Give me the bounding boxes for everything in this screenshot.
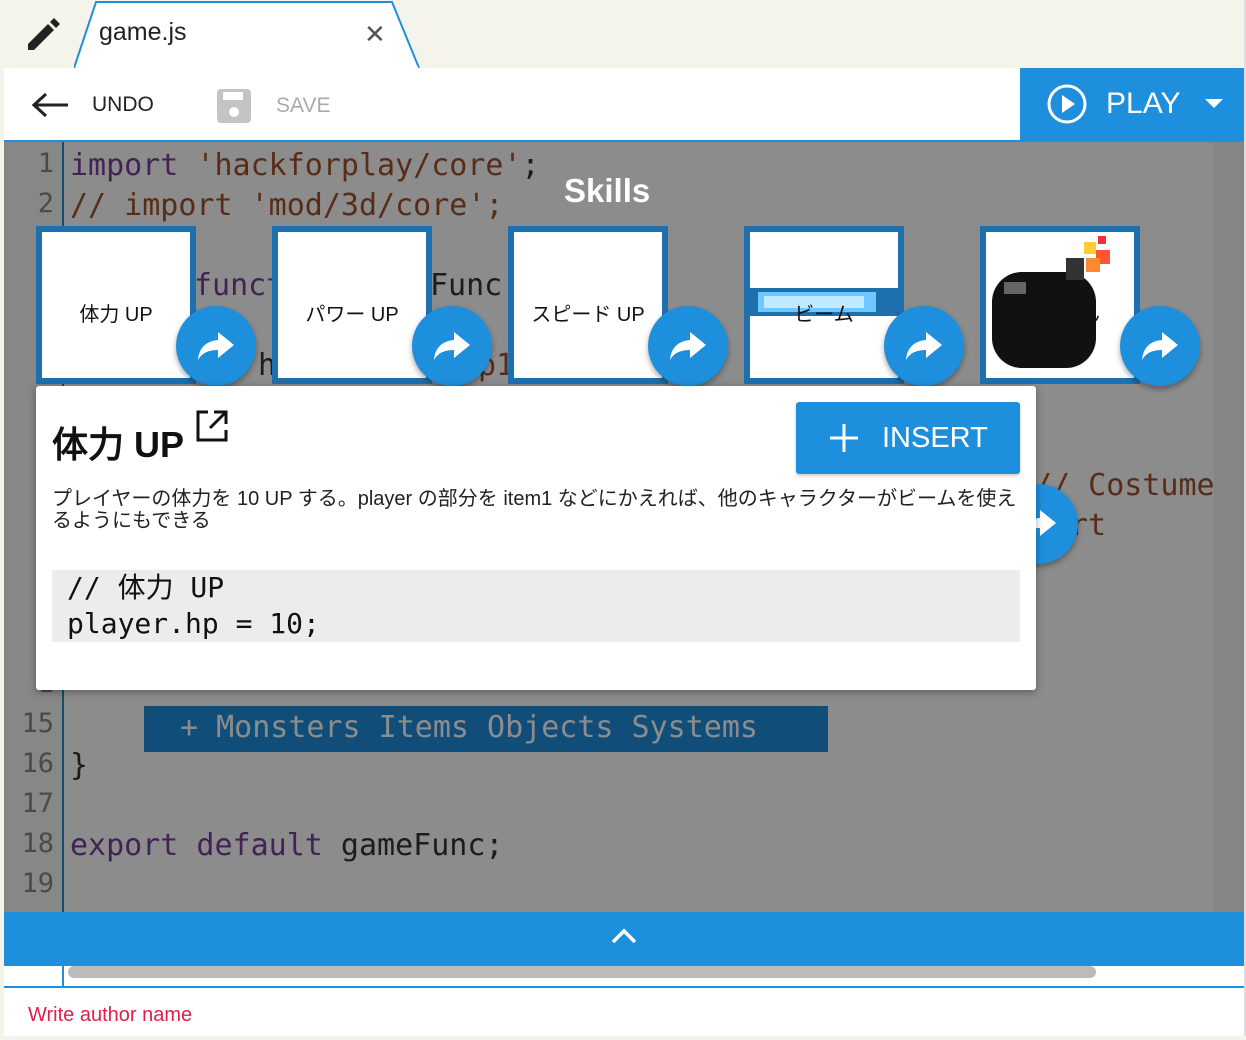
code-sample-line: // 体力 UP bbox=[67, 571, 225, 604]
skill-card-hp-up[interactable]: 体力 UP bbox=[36, 226, 196, 384]
pencil-icon[interactable] bbox=[24, 14, 64, 54]
skill-card-label: ビーム bbox=[794, 304, 854, 326]
share-arrow-icon bbox=[1142, 332, 1178, 360]
card-go-button[interactable] bbox=[176, 306, 256, 386]
toolbar: UNDO SAVE PLAY bbox=[4, 68, 1244, 142]
skill-card-bomb[interactable]: ばくだん bbox=[980, 226, 1140, 384]
author-name-field[interactable]: Write author name bbox=[28, 1004, 192, 1027]
card-go-button[interactable] bbox=[412, 306, 492, 386]
play-circle-icon bbox=[1047, 84, 1087, 124]
gutter-divider bbox=[62, 966, 64, 986]
skill-card-beam[interactable]: ビーム bbox=[744, 226, 904, 384]
caret-down-icon[interactable] bbox=[1203, 97, 1225, 111]
card-go-button[interactable] bbox=[648, 306, 728, 386]
external-link-icon[interactable] bbox=[194, 408, 230, 444]
app-window: game.js ✕ UNDO SAVE PLAY 1 2 15 16 17 18… bbox=[4, 0, 1246, 1036]
insert-button[interactable]: INSERT bbox=[796, 402, 1020, 474]
horizontal-scrollbar-thumb[interactable] bbox=[68, 966, 1096, 978]
skill-card-label: ばくだん bbox=[1020, 304, 1100, 326]
undo-button[interactable]: UNDO bbox=[32, 90, 154, 120]
skill-card-speed-up[interactable]: スピード UP bbox=[508, 226, 668, 384]
share-arrow-icon bbox=[198, 332, 234, 360]
card-go-button[interactable] bbox=[884, 306, 964, 386]
horizontal-scroll-area bbox=[4, 966, 1244, 988]
tab-game-js[interactable]: game.js ✕ bbox=[74, 0, 424, 70]
card-go-button[interactable] bbox=[1120, 306, 1200, 386]
expand-panel-bar[interactable] bbox=[4, 912, 1244, 966]
tab-bar: game.js ✕ bbox=[4, 0, 1244, 70]
undo-label: UNDO bbox=[92, 93, 154, 116]
play-button[interactable]: PLAY bbox=[1020, 68, 1244, 140]
save-label: SAVE bbox=[276, 94, 331, 117]
play-label: PLAY bbox=[1106, 87, 1181, 120]
skill-card-label: 体力 UP bbox=[79, 304, 153, 326]
skill-detail-title: 体力 UP bbox=[52, 424, 185, 465]
floppy-disk-icon bbox=[217, 89, 251, 123]
skill-detail-description: プレイヤーの体力を 10 UP する。player の部分を item1 などに… bbox=[52, 488, 1017, 532]
skill-card-power-up[interactable]: パワー UP bbox=[272, 226, 432, 384]
skills-title: Skills bbox=[564, 172, 651, 209]
skill-code-sample: // 体力 UP player.hp = 10; bbox=[52, 570, 1020, 642]
share-arrow-icon bbox=[434, 332, 470, 360]
code-sample-line: player.hp = 10; bbox=[67, 607, 320, 640]
share-arrow-icon bbox=[670, 332, 706, 360]
skill-card-label: パワー UP bbox=[305, 304, 399, 326]
close-icon[interactable]: ✕ bbox=[364, 22, 386, 48]
arrow-left-icon bbox=[32, 92, 68, 118]
insert-label: INSERT bbox=[882, 421, 988, 454]
skill-card-label: スピード UP bbox=[531, 304, 645, 326]
skill-detail-panel: 体力 UP INSERT プレイヤーの体力を 10 UP する。player の… bbox=[36, 386, 1036, 690]
share-arrow-icon bbox=[906, 332, 942, 360]
chevron-up-icon bbox=[611, 928, 637, 944]
tab-filename: game.js bbox=[99, 18, 187, 46]
save-button[interactable]: SAVE bbox=[216, 88, 330, 124]
plus-icon bbox=[830, 424, 858, 452]
